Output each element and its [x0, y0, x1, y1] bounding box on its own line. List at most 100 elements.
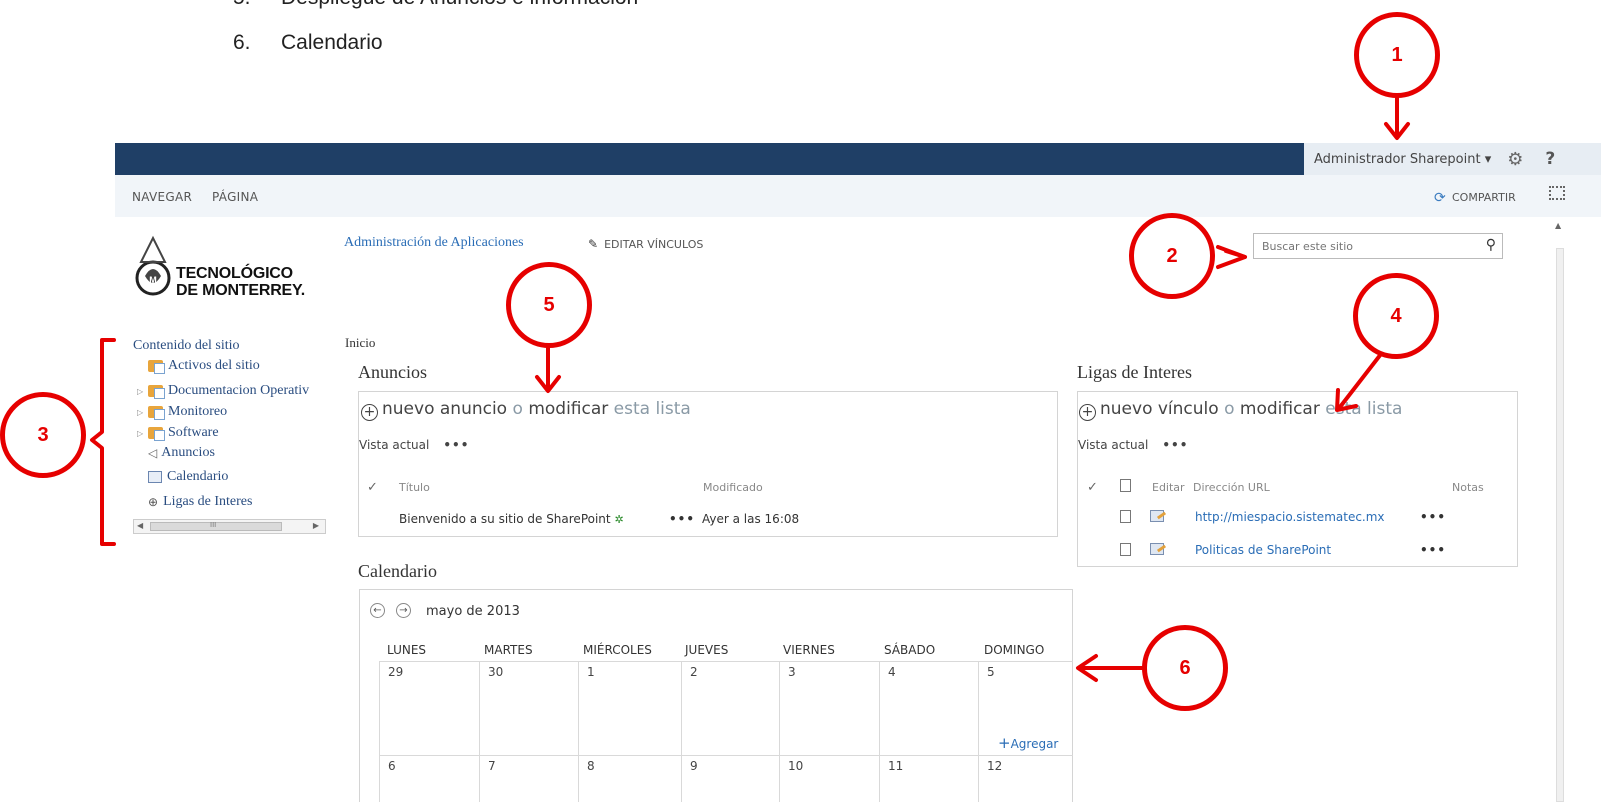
calendar-day-cell[interactable]: 1	[578, 661, 681, 755]
focus-icon[interactable]	[1549, 186, 1565, 200]
column-header-modified[interactable]: Modificado	[703, 481, 763, 494]
edit-links-list-link[interactable]: modificar	[1240, 399, 1320, 419]
calendar-day-cell[interactable]: 4	[879, 661, 978, 755]
edit-links-button[interactable]: ✎ EDITAR VÍNCULOS	[588, 237, 703, 251]
calendar-day-cell[interactable]: 7	[479, 755, 578, 802]
doc-line-5: 5.Despliegue de Anuncios e información	[233, 0, 638, 10]
announcements-title[interactable]: Anuncios	[358, 362, 427, 383]
nav-site-contents[interactable]: Contenido del sitio	[133, 338, 240, 354]
calendar-month-label: mayo de 2013	[426, 604, 520, 619]
calendar-grid: 29 30 1 2 3 4 5 6 7 8 9 10 11 12	[379, 661, 1073, 802]
announcements-view-selector[interactable]: Vista actual •••	[359, 438, 469, 452]
megaphone-icon: ◁	[148, 445, 158, 460]
day-header: JUEVES	[685, 643, 729, 657]
help-icon[interactable]: ?	[1545, 149, 1555, 169]
nav-item-ligas[interactable]: ⊕ Ligas de Interes	[148, 494, 252, 510]
calendar-title[interactable]: Calendario	[358, 561, 437, 582]
doc-line-6: 6. Calendario	[233, 31, 383, 54]
calendar-day-cell[interactable]: 29	[379, 661, 479, 755]
calendar-day-cell[interactable]: 30	[479, 661, 578, 755]
callout-4: 4	[1353, 273, 1439, 359]
site-title-link[interactable]: Administración de Aplicaciones	[344, 235, 524, 251]
nav-item-activos[interactable]: Activos del sitio	[137, 358, 260, 374]
search-icon[interactable]: ⚲	[1486, 237, 1496, 253]
new-link-link[interactable]: nuevo vínculo	[1100, 399, 1219, 419]
nav-item-calendario[interactable]: Calendario	[148, 469, 228, 485]
nav-item-software[interactable]: ▷ Software	[137, 425, 219, 441]
column-header-notes[interactable]: Notas	[1452, 481, 1484, 494]
share-button[interactable]: COMPARTIR	[1452, 191, 1516, 204]
calendar-day-cell[interactable]: 8	[578, 755, 681, 802]
add-icon[interactable]: +	[1079, 404, 1096, 421]
links-view-selector[interactable]: Vista actual •••	[1078, 438, 1188, 452]
column-header-title[interactable]: Título	[399, 481, 430, 494]
nav-horizontal-scrollbar[interactable]: ◀ III ▶	[133, 519, 326, 534]
edit-announcements-link[interactable]: modificar	[528, 399, 608, 419]
breadcrumb[interactable]: Inicio	[345, 335, 375, 351]
document-type-icon	[1120, 510, 1131, 523]
callout-6: 6	[1142, 625, 1228, 711]
scroll-left-icon[interactable]: ◀	[137, 521, 143, 530]
calendar-day-cell[interactable]: 12	[978, 755, 1073, 802]
edit-item-icon[interactable]	[1150, 543, 1164, 555]
user-menu[interactable]: Administrador Sharepoint ▾	[1314, 152, 1491, 167]
calendar-day-cell[interactable]: 11	[879, 755, 978, 802]
column-header-url[interactable]: Dirección URL	[1193, 481, 1270, 494]
gear-icon[interactable]: ⚙	[1507, 149, 1523, 170]
view-menu-icon[interactable]: •••	[443, 438, 469, 452]
links-title[interactable]: Ligas de Interes	[1077, 362, 1192, 383]
scroll-up-icon[interactable]: ▲	[1555, 221, 1561, 230]
row-menu-icon[interactable]: •••	[1420, 510, 1446, 524]
scroll-right-icon[interactable]: ▶	[313, 521, 319, 530]
add-event-button[interactable]: +Agregar	[998, 734, 1058, 752]
add-icon[interactable]: +	[361, 404, 378, 421]
select-all-checkmark-icon[interactable]: ✓	[1087, 480, 1098, 495]
search-input[interactable]	[1260, 234, 1470, 258]
library-icon	[148, 360, 165, 374]
links-icon: ⊕	[148, 494, 159, 509]
next-month-icon[interactable]: →	[396, 603, 411, 618]
calendar-day-cell[interactable]: 10	[779, 755, 879, 802]
calendar-day-cell[interactable]: 2	[681, 661, 779, 755]
document-type-icon	[1120, 543, 1131, 556]
row-menu-icon[interactable]: •••	[1420, 543, 1446, 557]
calendar-day-cell[interactable]: 3	[779, 661, 879, 755]
library-icon	[148, 385, 165, 399]
calendar-day-cell[interactable]: 9	[681, 755, 779, 802]
page-vertical-scrollbar[interactable]: ▲	[1553, 218, 1601, 802]
edit-item-icon[interactable]	[1150, 510, 1164, 522]
view-menu-icon[interactable]: •••	[1162, 438, 1188, 452]
callout-3: 3	[0, 392, 86, 478]
day-header: SÁBADO	[884, 643, 936, 657]
tab-navegar[interactable]: NAVEGAR	[132, 190, 192, 204]
callout-5: 5	[506, 262, 592, 348]
nav-item-documentacion[interactable]: ▷ Documentacion Operativ	[137, 383, 309, 399]
day-header: DOMINGO	[984, 643, 1045, 657]
ribbon: NAVEGAR PÁGINA	[115, 175, 1601, 217]
expand-icon[interactable]: ▷	[137, 408, 148, 417]
prev-month-icon[interactable]: ←	[370, 603, 385, 618]
expand-icon[interactable]: ▷	[137, 387, 148, 396]
day-header: LUNES	[387, 643, 427, 657]
announcement-row-modified: Ayer a las 16:08	[702, 512, 800, 526]
tab-pagina[interactable]: PÁGINA	[212, 190, 258, 204]
column-header-edit: Editar	[1152, 481, 1185, 494]
pencil-icon: ✎	[588, 237, 599, 251]
new-announcement-link[interactable]: nuevo anuncio	[382, 399, 507, 419]
library-icon	[148, 406, 165, 420]
share-icon[interactable]: ⟳	[1434, 190, 1446, 206]
nav-item-monitoreo[interactable]: ▷ Monitoreo	[137, 404, 227, 420]
svg-text:M: M	[149, 275, 157, 285]
nav-item-anuncios[interactable]: ◁ Anuncios	[148, 445, 215, 461]
scroll-track[interactable]	[1556, 248, 1564, 802]
day-header: VIERNES	[783, 643, 835, 657]
document-type-icon	[1120, 479, 1131, 492]
row-menu-icon[interactable]: •••	[669, 512, 695, 526]
link-row-url[interactable]: http://miespacio.sistematec.mx	[1195, 510, 1385, 524]
link-row-url[interactable]: Politicas de SharePoint	[1195, 543, 1331, 557]
expand-icon[interactable]: ▷	[137, 429, 148, 438]
calendar-day-cell[interactable]: 6	[379, 755, 479, 802]
new-item-icon: ✲	[614, 513, 624, 526]
select-all-checkmark-icon[interactable]: ✓	[367, 480, 378, 495]
announcement-row-title[interactable]: Bienvenido a su sitio de SharePoint ✲	[399, 512, 624, 526]
